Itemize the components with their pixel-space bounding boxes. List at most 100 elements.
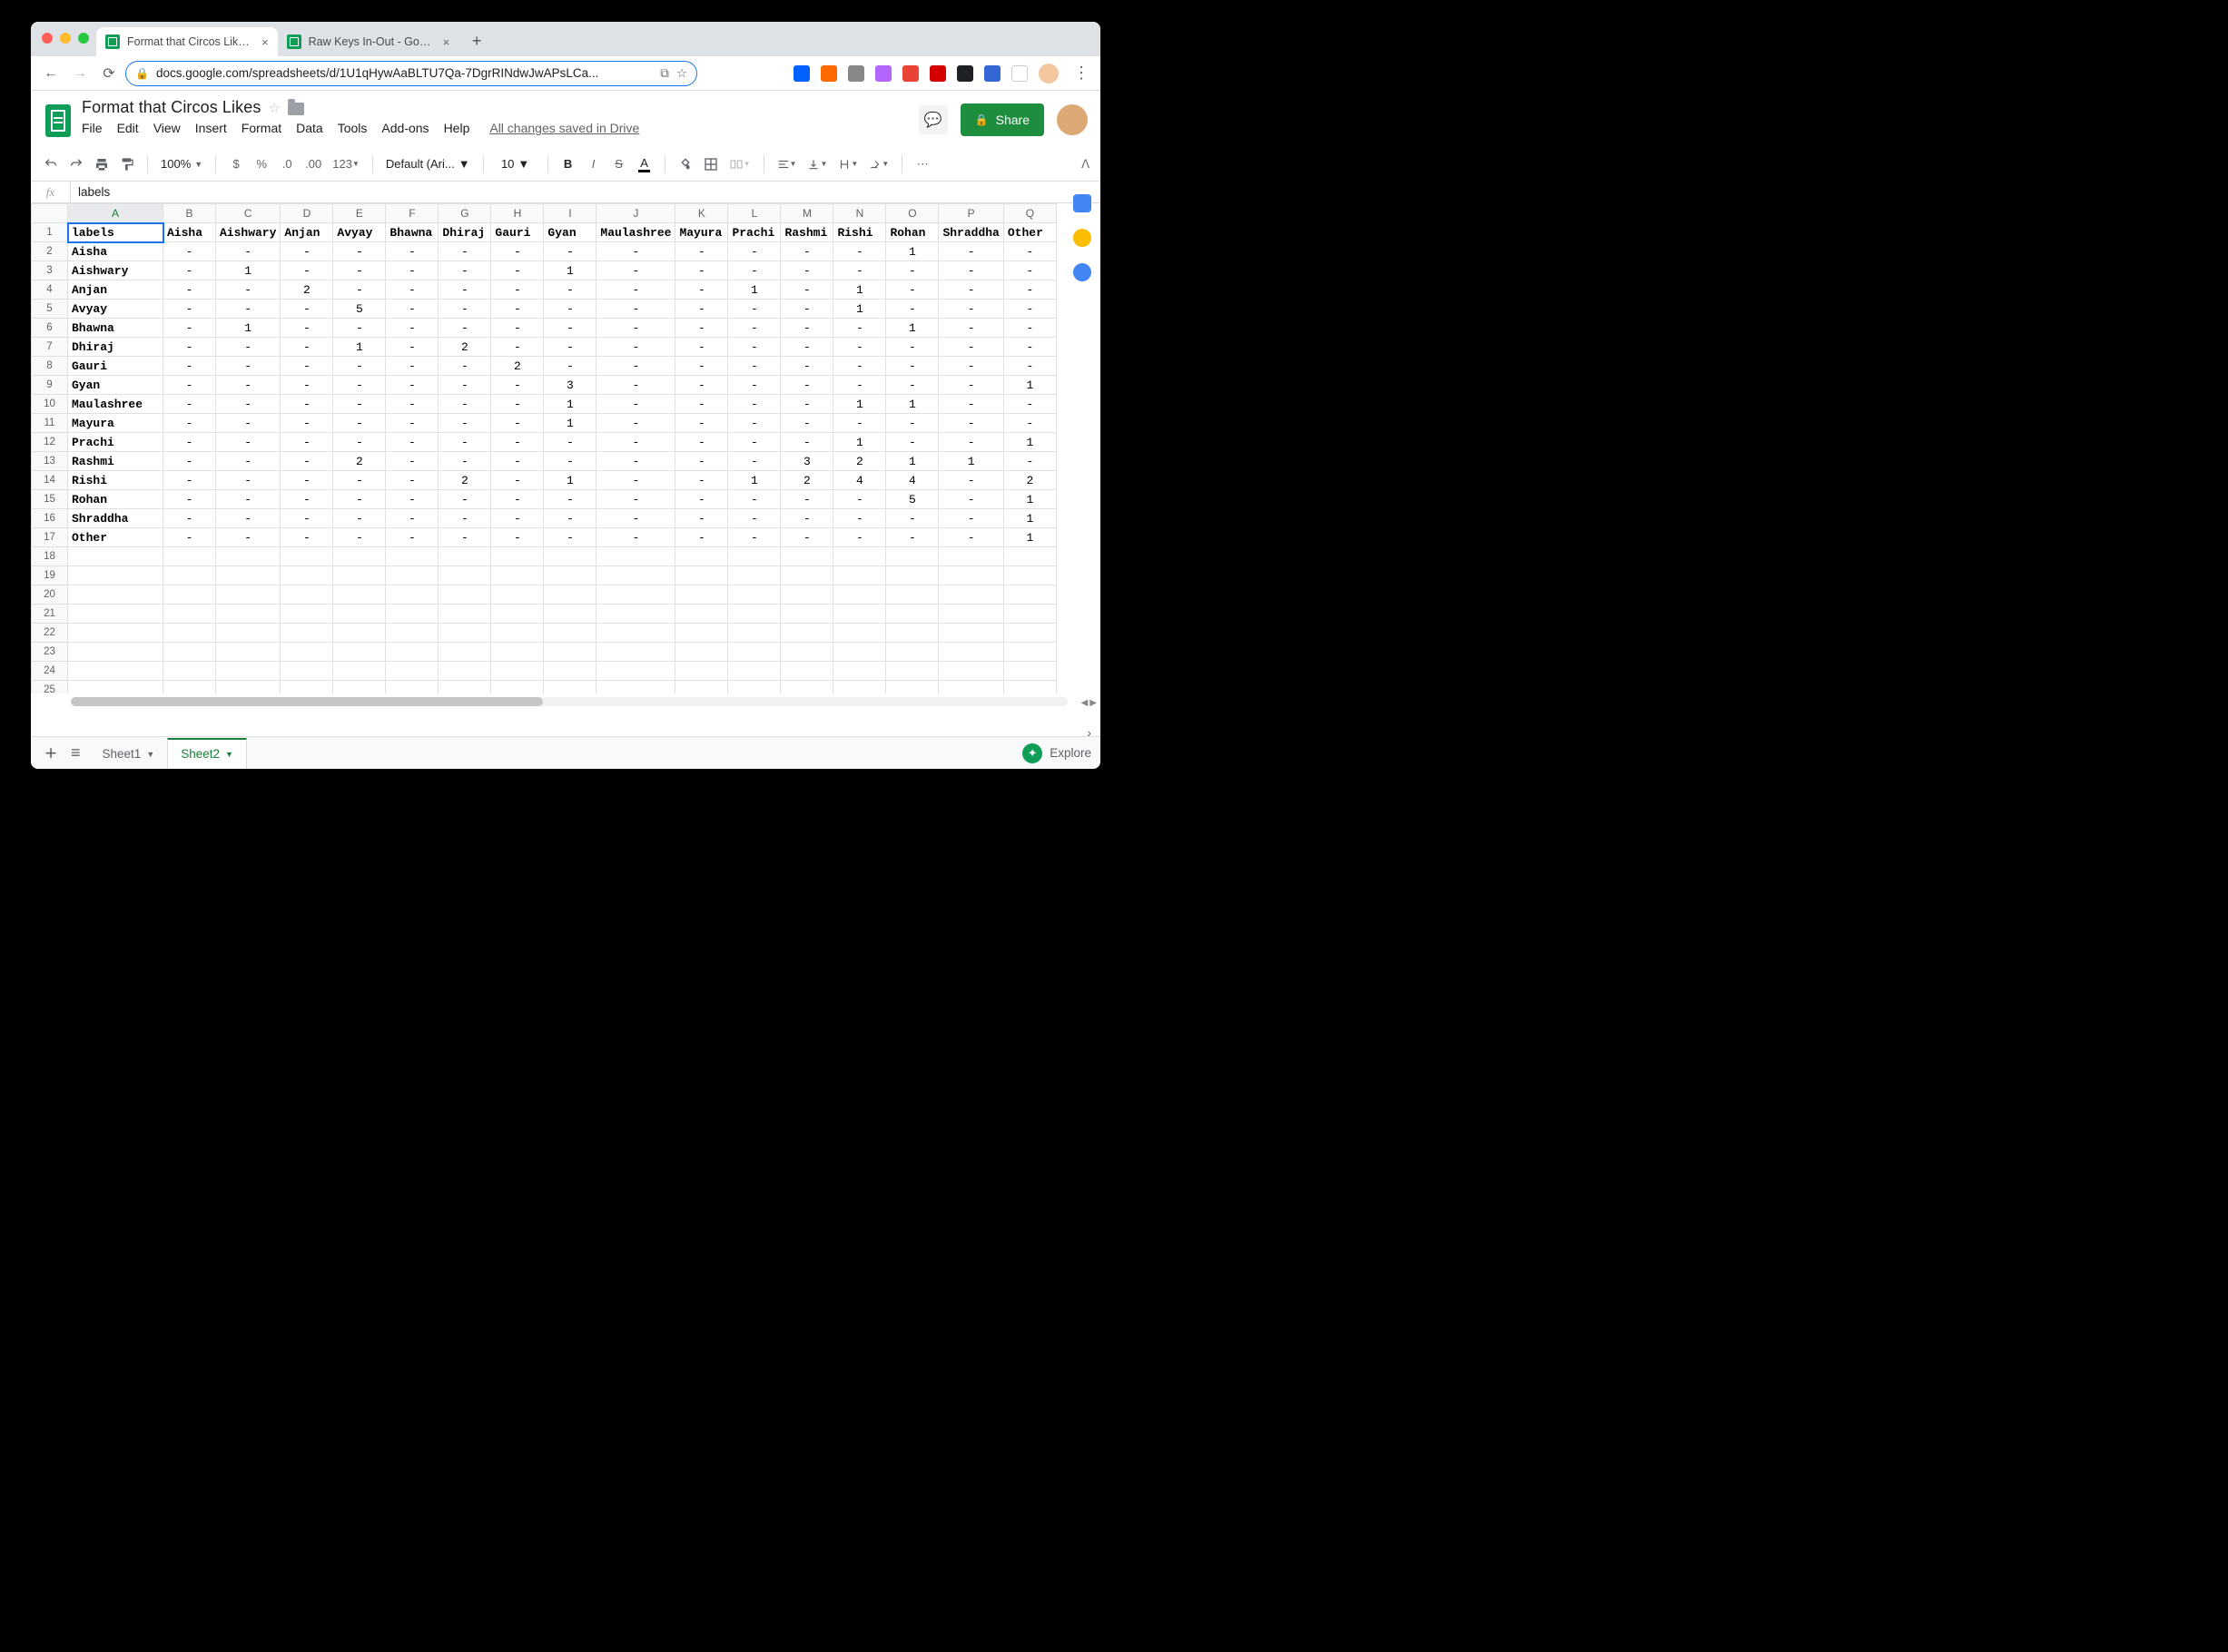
- more-toolbar-button[interactable]: ⋯: [912, 152, 933, 176]
- cell[interactable]: -: [163, 490, 216, 509]
- cell[interactable]: -: [216, 280, 281, 300]
- cell[interactable]: 1: [939, 452, 1003, 471]
- cell[interactable]: [491, 624, 544, 643]
- cell[interactable]: -: [728, 300, 781, 319]
- cell[interactable]: -: [544, 242, 596, 261]
- cell[interactable]: [439, 624, 491, 643]
- cell[interactable]: Anjan: [281, 223, 333, 242]
- cell[interactable]: -: [491, 433, 544, 452]
- cell[interactable]: -: [281, 395, 333, 414]
- cell[interactable]: Rashmi: [781, 223, 833, 242]
- cell[interactable]: -: [386, 452, 439, 471]
- cell[interactable]: -: [939, 338, 1003, 357]
- cell[interactable]: -: [163, 528, 216, 547]
- explore-button[interactable]: ✦ Explore: [1022, 743, 1091, 763]
- ext-grid-icon[interactable]: [902, 65, 919, 82]
- cell[interactable]: 1: [216, 319, 281, 338]
- cell[interactable]: Bhawna: [386, 223, 439, 242]
- row-header-19[interactable]: 19: [32, 566, 68, 585]
- cell[interactable]: [781, 585, 833, 605]
- cell[interactable]: -: [939, 300, 1003, 319]
- add-sheet-button[interactable]: +: [40, 742, 62, 765]
- cell[interactable]: -: [439, 395, 491, 414]
- cell[interactable]: -: [386, 319, 439, 338]
- cell[interactable]: -: [281, 509, 333, 528]
- row-header-13[interactable]: 13: [32, 452, 68, 471]
- cell[interactable]: [163, 624, 216, 643]
- cell[interactable]: -: [833, 338, 886, 357]
- cell[interactable]: -: [333, 319, 386, 338]
- horizontal-scrollbar[interactable]: [71, 697, 1068, 706]
- cell[interactable]: -: [386, 357, 439, 376]
- cell[interactable]: -: [281, 319, 333, 338]
- cell[interactable]: [544, 585, 596, 605]
- cell[interactable]: 2: [281, 280, 333, 300]
- cell[interactable]: -: [491, 242, 544, 261]
- cell[interactable]: [68, 585, 163, 605]
- cell[interactable]: [491, 605, 544, 624]
- row-header-22[interactable]: 22: [32, 624, 68, 643]
- cell[interactable]: -: [728, 242, 781, 261]
- cell[interactable]: -: [728, 357, 781, 376]
- cell[interactable]: Avyay: [68, 300, 163, 319]
- cell[interactable]: -: [1003, 242, 1056, 261]
- menu-view[interactable]: View: [153, 121, 181, 135]
- cell[interactable]: [68, 605, 163, 624]
- cell[interactable]: [833, 643, 886, 662]
- cell[interactable]: [216, 585, 281, 605]
- cell[interactable]: -: [939, 490, 1003, 509]
- cell[interactable]: -: [386, 528, 439, 547]
- share-button[interactable]: 🔒 Share: [961, 103, 1044, 136]
- cell[interactable]: [439, 605, 491, 624]
- cell[interactable]: 2: [781, 471, 833, 490]
- row-header-4[interactable]: 4: [32, 280, 68, 300]
- cell[interactable]: -: [491, 300, 544, 319]
- cell[interactable]: Anjan: [68, 280, 163, 300]
- cell[interactable]: -: [333, 280, 386, 300]
- ext-k-icon[interactable]: [821, 65, 837, 82]
- zoom-select[interactable]: 100%▼: [157, 157, 206, 171]
- cell[interactable]: -: [1003, 395, 1056, 414]
- cell[interactable]: [491, 681, 544, 694]
- cell[interactable]: [728, 547, 781, 566]
- cell[interactable]: [596, 681, 675, 694]
- cell[interactable]: -: [781, 319, 833, 338]
- undo-button[interactable]: [40, 152, 62, 176]
- increase-decimal-button[interactable]: .00: [301, 152, 325, 176]
- cell[interactable]: [728, 681, 781, 694]
- cell[interactable]: [333, 585, 386, 605]
- paint-format-button[interactable]: [116, 152, 138, 176]
- cell[interactable]: [1003, 624, 1056, 643]
- cell[interactable]: [939, 585, 1003, 605]
- cell[interactable]: [544, 643, 596, 662]
- cell[interactable]: -: [728, 376, 781, 395]
- cell[interactable]: -: [281, 376, 333, 395]
- cell[interactable]: -: [163, 357, 216, 376]
- cell[interactable]: 1: [544, 414, 596, 433]
- cell[interactable]: [163, 662, 216, 681]
- cell[interactable]: -: [216, 395, 281, 414]
- format-currency-button[interactable]: $: [225, 152, 247, 176]
- cell[interactable]: [886, 547, 939, 566]
- nav-forward-button[interactable]: →: [67, 61, 93, 86]
- cell[interactable]: [333, 643, 386, 662]
- cell[interactable]: 2: [833, 452, 886, 471]
- cell[interactable]: 3: [781, 452, 833, 471]
- cell[interactable]: [281, 566, 333, 585]
- cell[interactable]: [675, 547, 728, 566]
- cell[interactable]: -: [439, 528, 491, 547]
- cell[interactable]: -: [1003, 357, 1056, 376]
- cell[interactable]: -: [939, 357, 1003, 376]
- cell[interactable]: Gauri: [68, 357, 163, 376]
- col-header-H[interactable]: H: [491, 204, 544, 223]
- cell[interactable]: Rishi: [68, 471, 163, 490]
- menu-add-ons[interactable]: Add-ons: [381, 121, 429, 135]
- col-header-O[interactable]: O: [886, 204, 939, 223]
- cell[interactable]: [439, 681, 491, 694]
- cell[interactable]: 2: [439, 471, 491, 490]
- cell[interactable]: [439, 662, 491, 681]
- cell[interactable]: -: [596, 242, 675, 261]
- cell[interactable]: -: [886, 261, 939, 280]
- cell[interactable]: -: [596, 433, 675, 452]
- cell[interactable]: 1: [886, 319, 939, 338]
